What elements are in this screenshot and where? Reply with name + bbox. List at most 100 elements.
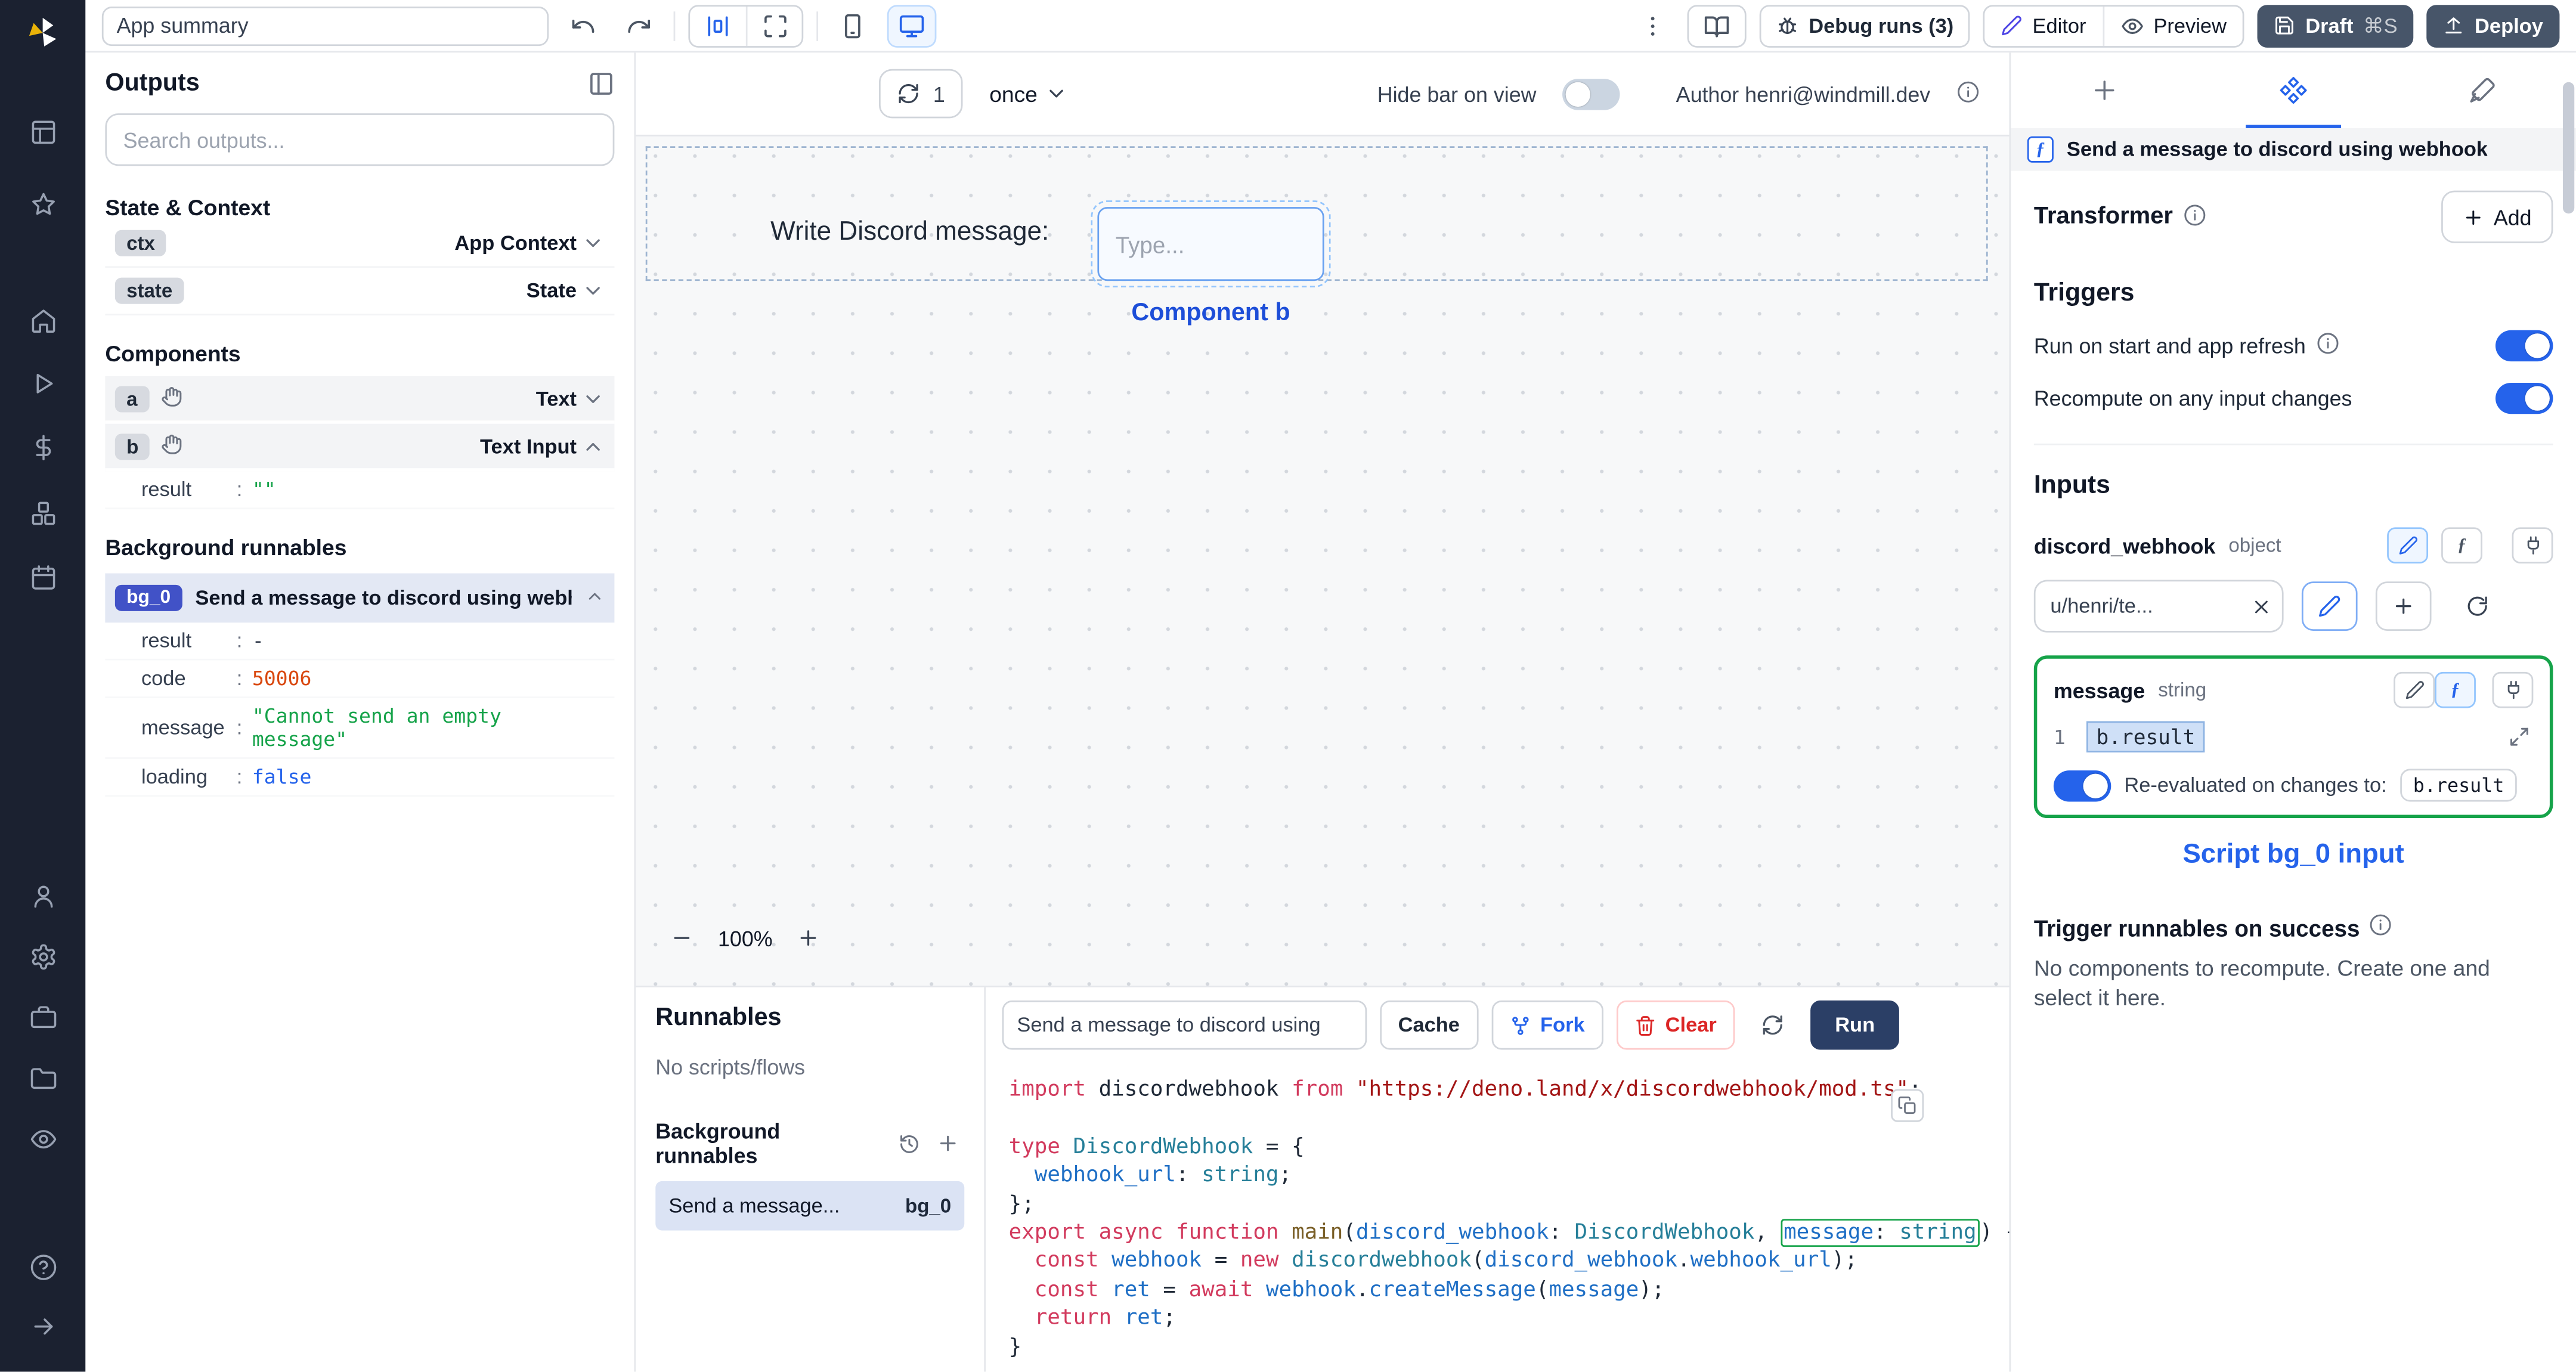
settings-gear-icon[interactable] [0,928,85,984]
static-mode-button[interactable] [2394,671,2435,708]
fullwidth-button[interactable] [745,5,802,45]
zoom-out-button[interactable] [662,918,701,958]
editor-tab[interactable]: Editor [1985,6,2103,45]
refresh-script-button[interactable] [1748,1001,1797,1050]
refresh-app-button[interactable]: 1 [878,69,964,119]
clear-button[interactable]: Clear [1615,1000,1735,1050]
component-row-a[interactable]: a Text [105,376,615,424]
selected-component-label: Component b [1131,299,1290,327]
home-icon[interactable] [0,292,85,348]
chevron-down-icon[interactable] [581,279,605,302]
more-menu-button[interactable] [1631,6,1674,45]
state-context-title: State & Context [105,195,271,221]
folders-icon[interactable] [0,1050,85,1106]
connect-input-button[interactable] [2512,527,2553,563]
schedule-mode-dropdown[interactable]: once [989,81,1067,106]
mobile-view-button[interactable] [831,6,874,45]
add-resource-button[interactable] [2375,581,2432,631]
refresh-resource-button[interactable] [2449,581,2506,631]
run-button[interactable]: Run [1810,1000,1900,1050]
vertical-scrollbar[interactable] [2562,82,2575,214]
app-summary-input[interactable] [101,5,549,45]
code-editor[interactable]: import discordwebhook from "https://deno… [986,1063,2010,1372]
deploy-button[interactable]: Deploy [2427,4,2560,47]
text-input-component-b[interactable] [1091,200,1331,288]
transformer-row: Transformer Add [2034,190,2553,243]
help-icon[interactable] [0,1238,85,1294]
variables-icon[interactable] [0,419,85,475]
styling-tab[interactable] [2388,52,2576,128]
chevron-down-icon[interactable] [581,387,605,410]
add-transformer-button[interactable]: Add [2441,190,2553,243]
insert-component-tab[interactable] [2011,52,2199,128]
info-icon[interactable] [2315,332,2339,360]
resource-path-input[interactable] [2033,580,2284,633]
pencil-icon [2318,594,2341,618]
users-icon[interactable] [0,868,85,924]
minus-icon [670,927,693,950]
preview-tab[interactable]: Preview [2103,5,2243,45]
runs-icon[interactable] [0,355,85,411]
schedules-icon[interactable] [0,549,85,605]
undo-button[interactable] [562,6,605,45]
collapse-panel-button[interactable] [588,70,614,96]
output-row-ctx[interactable]: ctx App Context [105,220,615,268]
info-icon[interactable] [1956,80,1980,108]
align-center-button[interactable] [690,6,746,45]
fork-button[interactable]: Fork [1491,1000,1603,1050]
output-row-state[interactable]: state State [105,268,615,315]
expand-sidebar-icon[interactable] [0,1298,85,1354]
expression-editor[interactable]: 1 b.result [2054,721,2533,752]
component-settings-tab[interactable] [2199,52,2388,128]
eval-mode-button[interactable]: ƒ [2435,671,2476,708]
recompute-toggle[interactable] [2495,382,2553,414]
debug-runs-button[interactable]: Debug runs (3) [1759,4,1970,47]
run-on-start-toggle[interactable] [2495,330,2553,362]
reeval-target-chip[interactable]: b.result [2399,769,2518,802]
copy-code-button[interactable] [1891,1089,1924,1122]
chevron-up-icon[interactable] [585,586,605,610]
bg0-label: Send a message to discord using webhook [195,586,571,610]
expand-editor-button[interactable] [2504,722,2534,752]
windmill-logo-icon[interactable] [0,5,85,61]
section-divider [2033,443,2553,445]
draft-button[interactable]: Draft ⌘S [2258,4,2414,47]
component-row-b[interactable]: b Text Input [105,423,615,472]
recompute-label: Recompute on any input changes [2033,386,2352,411]
expression-value[interactable]: b.result [2086,721,2205,752]
info-icon[interactable] [2370,913,2393,941]
reeval-toggle[interactable] [2053,769,2111,801]
apps-grid-icon[interactable] [0,104,85,160]
zoom-in-button[interactable] [789,918,828,958]
hide-bar-toggle[interactable] [1562,78,1621,110]
workers-icon[interactable] [0,989,85,1045]
chevron-up-icon[interactable] [581,435,605,458]
script-editor-pane: Cache Fork Clear Run import discordwebho… [986,987,2010,1372]
script-name-input[interactable] [1002,1000,1367,1050]
refresh-runnables-button[interactable] [894,1127,925,1160]
undo-icon [570,13,596,39]
add-runnable-button[interactable] [933,1127,964,1160]
bg0-row[interactable]: bg_0 Send a message to discord using web… [105,573,615,623]
top-toolbar: Debug runs (3) Editor Preview Draft ⌘S D… [85,0,2576,53]
connect-input-button[interactable] [2492,671,2534,708]
chevron-down-icon[interactable] [581,231,605,255]
eval-mode-button[interactable]: ƒ [2441,527,2482,563]
cache-button[interactable]: Cache [1380,1000,1478,1050]
resources-icon[interactable] [0,485,85,541]
outputs-panel: Outputs State & Context ctx App Context … [85,52,636,1372]
edit-resource-button[interactable] [2301,581,2358,631]
runnable-item-bg0[interactable]: Send a message... bg_0 [655,1181,965,1231]
input-name: discord_webhook [2033,533,2216,558]
desktop-view-button[interactable] [887,4,937,47]
search-outputs-input[interactable] [105,113,615,166]
docs-button[interactable] [1687,4,1747,47]
static-mode-button[interactable] [2387,527,2429,563]
clear-resource-button[interactable] [2247,593,2274,620]
redo-button[interactable] [618,6,661,45]
field-value: 50006 [252,667,312,690]
favorites-star-icon[interactable] [0,176,85,232]
audit-logs-icon[interactable] [0,1110,85,1166]
text-component-a[interactable]: Write Discord message: [770,218,1049,248]
info-icon[interactable] [2182,203,2206,231]
